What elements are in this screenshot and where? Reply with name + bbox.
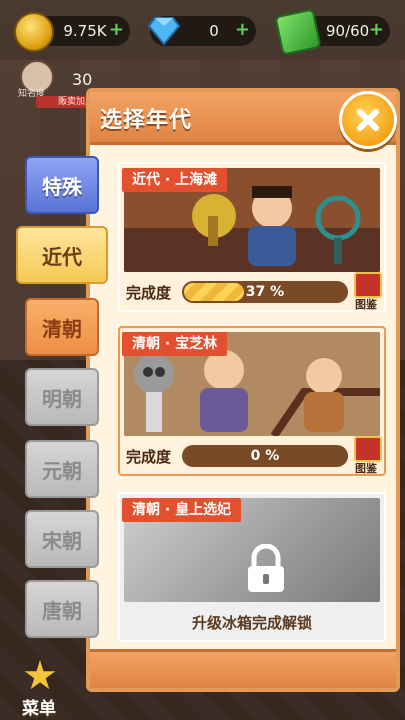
close-icon bbox=[357, 109, 379, 131]
tab-yuan[interactable]: 元朝 bbox=[25, 440, 99, 498]
energy-value: 90/60 bbox=[326, 22, 370, 40]
add-gems-button[interactable]: + bbox=[235, 20, 250, 40]
progress-bar: 0 % bbox=[182, 445, 348, 467]
star-icon bbox=[24, 660, 56, 690]
gem-counter[interactable]: 0 + bbox=[147, 16, 256, 46]
diamond-icon bbox=[147, 17, 181, 46]
panel-title: 选择年代 bbox=[100, 108, 193, 133]
close-button[interactable] bbox=[339, 91, 397, 149]
tab-tang[interactable]: 唐朝 bbox=[25, 580, 99, 638]
menu-label: 菜单 bbox=[22, 699, 56, 719]
era-card-baozhilin[interactable]: 清朝 · 宝芝林 完成度 0 % 图鉴 bbox=[118, 326, 386, 476]
book-icon bbox=[354, 436, 382, 462]
resource-bar: 9.75K + 0 + 90/60 + bbox=[0, 0, 405, 60]
tab-special[interactable]: 特殊 bbox=[25, 156, 99, 214]
card-tag: 清朝 · 皇上选妃 bbox=[122, 498, 242, 522]
progress-bar: 37 % bbox=[182, 281, 348, 303]
add-coins-button[interactable]: + bbox=[109, 20, 124, 40]
progress-label: 完成度 bbox=[126, 448, 172, 466]
card-tag: 清朝 · 宝芝林 bbox=[122, 332, 228, 356]
tab-ming[interactable]: 明朝 bbox=[25, 368, 99, 426]
unlock-requirement: 升级冰箱完成解锁 bbox=[191, 614, 312, 632]
progress-percent: 0 % bbox=[250, 448, 280, 464]
tab-song[interactable]: 宋朝 bbox=[25, 510, 99, 568]
tab-modern[interactable]: 近代 bbox=[16, 226, 108, 284]
collection-button[interactable]: 图鉴 bbox=[350, 272, 382, 311]
collection-button[interactable]: 图鉴 bbox=[350, 436, 382, 475]
progress-label: 完成度 bbox=[126, 284, 172, 302]
book-icon bbox=[354, 272, 382, 298]
energy-counter[interactable]: 90/60 + bbox=[274, 8, 390, 56]
menu-button[interactable]: 菜单 bbox=[10, 660, 72, 719]
era-card-imperial-selection[interactable]: 清朝 · 皇上选妃 升级冰箱完成解锁 bbox=[118, 492, 386, 642]
gem-value: 0 bbox=[209, 22, 219, 40]
coin-value: 9.75K bbox=[63, 22, 107, 40]
energy-can-icon bbox=[274, 8, 322, 56]
collection-label: 图鉴 bbox=[355, 462, 377, 475]
coin-counter[interactable]: 9.75K + bbox=[14, 12, 130, 52]
collection-label: 图鉴 bbox=[355, 298, 377, 311]
era-card-shanghai[interactable]: 近代 · 上海滩 完成度 37 % 图鉴 bbox=[118, 162, 386, 312]
card-tag: 近代 · 上海滩 bbox=[122, 168, 228, 192]
panel-footer bbox=[90, 649, 396, 688]
reputation-value: 30 bbox=[72, 70, 93, 89]
lock-icon bbox=[248, 544, 284, 592]
tab-qing[interactable]: 清朝 bbox=[25, 298, 99, 356]
progress-percent: 37 % bbox=[245, 284, 285, 300]
add-energy-button[interactable]: + bbox=[369, 20, 384, 40]
coin-icon bbox=[14, 12, 54, 52]
